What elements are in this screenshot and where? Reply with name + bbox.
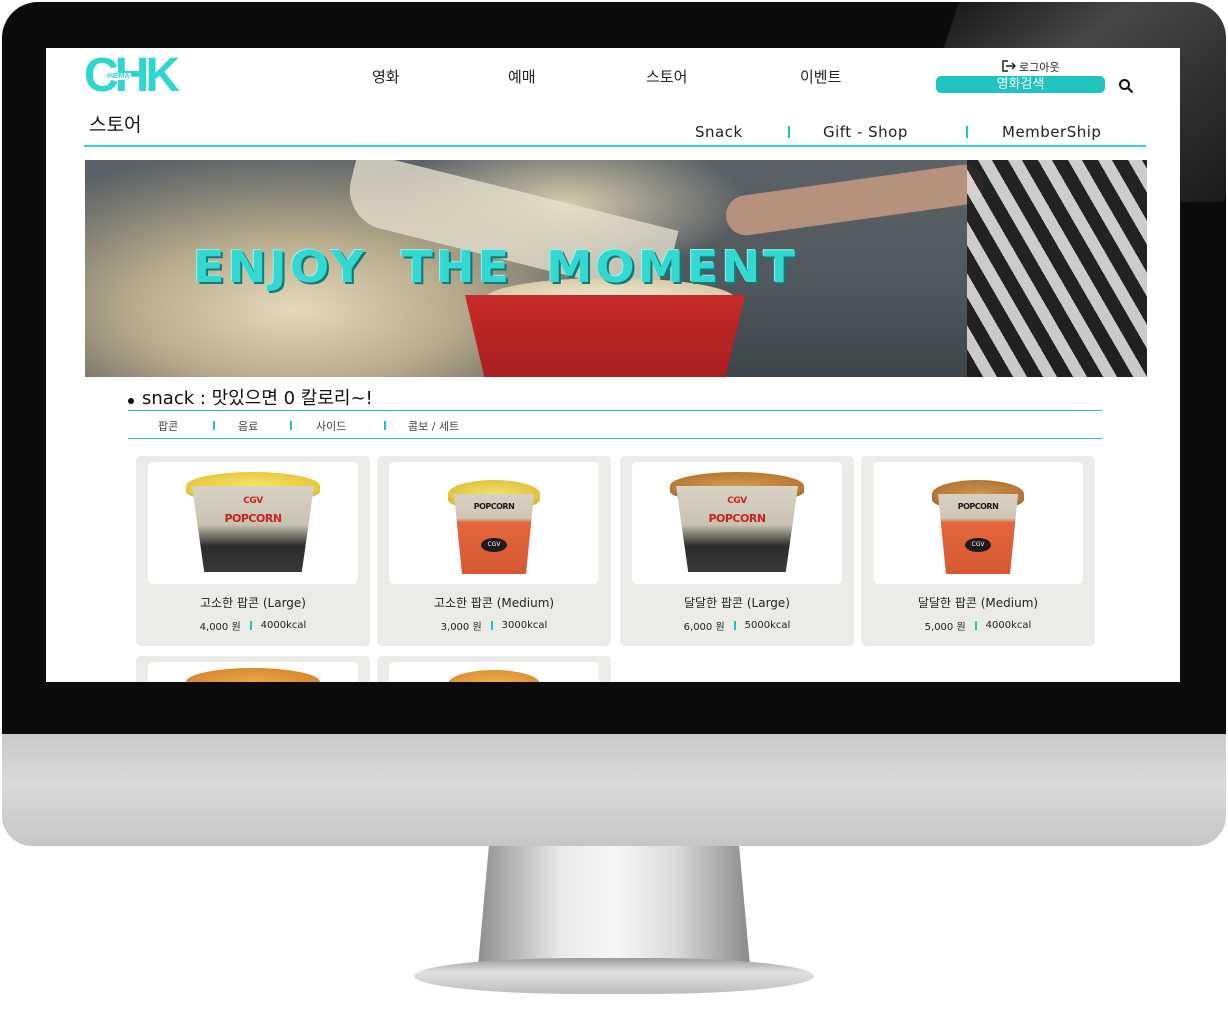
header-divider xyxy=(84,145,1146,147)
product-name: 달달한 팝콘 (Medium) xyxy=(917,596,1039,610)
bullet-icon xyxy=(128,398,134,404)
meta-separator xyxy=(490,621,493,630)
product-meta: 6,000 원 5000kcal xyxy=(620,618,854,633)
product-card[interactable]: POPCORN CGV 고소한 팝콘 (Medium) 3,000 원 3000… xyxy=(377,456,611,646)
monitor-chin xyxy=(2,734,1226,846)
logout-label: 로그아웃 xyxy=(1019,61,1060,74)
banner-headline: ENJOY THE MOMENT xyxy=(193,242,799,293)
site-logo[interactable]: CHK INEMA xyxy=(84,50,234,102)
cup-label-text: POPCORN xyxy=(473,502,515,511)
page-title: 스토어 xyxy=(89,114,142,136)
category-side[interactable]: 사이드 xyxy=(316,418,346,434)
monitor-stand-base xyxy=(414,958,814,994)
product-kcal: 3000kcal xyxy=(501,620,548,631)
logout-icon xyxy=(1002,59,1017,75)
nav-item-booking[interactable]: 예매 xyxy=(508,66,536,87)
imac-mockup: CHK INEMA 영화 예매 스토어 이벤트 로그아웃 영화검색 스토어 Sn… xyxy=(0,0,1228,1010)
search-icon[interactable] xyxy=(1118,78,1134,94)
section-heading: snack : 맛있으면 0 칼로리~! xyxy=(128,384,373,410)
product-card[interactable]: POPCORN CGV 달달한 팝콘 (Medium) 5,000 원 4000… xyxy=(861,456,1095,646)
product-kcal: 5000kcal xyxy=(744,620,791,631)
subnav-separator xyxy=(788,126,790,138)
product-card[interactable] xyxy=(136,656,370,682)
hero-banner: ENJOY THE MOMENT xyxy=(85,160,1147,377)
category-divider-bottom xyxy=(128,438,1102,439)
nav-item-event[interactable]: 이벤트 xyxy=(800,66,841,87)
movie-search-button[interactable]: 영화검색 xyxy=(936,76,1105,93)
product-price: 3,000 원 xyxy=(440,622,482,633)
product-card[interactable]: CGV POPCORN 고소한 팝콘 (Large) 4,000 원 4000k… xyxy=(136,456,370,646)
cup-label-text: POPCORN xyxy=(708,512,766,525)
product-card[interactable]: CGV POPCORN 달달한 팝콘 (Large) 6,000 원 5000k… xyxy=(620,456,854,646)
product-image xyxy=(389,662,599,682)
product-kcal: 4000kcal xyxy=(260,620,307,631)
product-name: 고소한 팝콘 (Medium) xyxy=(433,596,555,610)
product-image: POPCORN CGV xyxy=(873,462,1083,584)
subnav-gift-shop[interactable]: Gift - Shop xyxy=(823,123,908,141)
meta-separator xyxy=(733,621,736,630)
product-price: 6,000 원 xyxy=(683,622,725,633)
product-meta: 4,000 원 4000kcal xyxy=(136,618,370,633)
product-image: POPCORN CGV xyxy=(389,462,599,584)
product-name: 달달한 팝콘 (Large) xyxy=(684,596,790,610)
category-combo-set[interactable]: 콤보 / 세트 xyxy=(408,418,459,434)
category-separator xyxy=(290,421,292,430)
cup-brand-text: CGV xyxy=(727,496,747,506)
category-drink[interactable]: 음료 xyxy=(238,418,258,434)
category-separator xyxy=(213,421,215,430)
logo-subtext: INEMA xyxy=(106,73,131,80)
category-popcorn[interactable]: 팝콘 xyxy=(158,418,178,434)
product-price: 4,000 원 xyxy=(199,622,241,633)
product-card[interactable] xyxy=(377,656,611,682)
monitor-stand-neck xyxy=(478,846,750,966)
nav-item-store[interactable]: 스토어 xyxy=(646,66,687,87)
category-divider-top xyxy=(128,410,1102,411)
product-image: CGV POPCORN xyxy=(148,462,358,584)
subnav-membership[interactable]: MemberShip xyxy=(1002,123,1101,141)
cup-brand-logo: CGV xyxy=(481,538,507,552)
subnav-separator xyxy=(966,126,968,138)
website-screen: CHK INEMA 영화 예매 스토어 이벤트 로그아웃 영화검색 스토어 Sn… xyxy=(46,48,1180,682)
cup-brand-text: CGV xyxy=(243,496,263,506)
cup-label-text: POPCORN xyxy=(957,502,999,511)
logout-link[interactable]: 로그아웃 xyxy=(1002,59,1059,75)
subnav-snack[interactable]: Snack xyxy=(695,123,743,141)
product-image: CGV POPCORN xyxy=(632,462,842,584)
category-separator xyxy=(384,421,386,430)
meta-separator xyxy=(249,621,252,630)
product-image xyxy=(148,662,358,682)
product-kcal: 4000kcal xyxy=(985,620,1032,631)
product-price: 5,000 원 xyxy=(924,622,966,633)
nav-item-movie[interactable]: 영화 xyxy=(372,66,400,87)
product-name: 고소한 팝콘 (Large) xyxy=(200,596,306,610)
cup-label-text: POPCORN xyxy=(224,512,282,525)
cup-brand-logo: CGV xyxy=(965,538,991,552)
section-heading-text: snack : 맛있으면 0 칼로리~! xyxy=(142,388,373,409)
meta-separator xyxy=(974,621,977,630)
product-meta: 5,000 원 4000kcal xyxy=(861,618,1095,633)
product-meta: 3,000 원 3000kcal xyxy=(377,618,611,633)
